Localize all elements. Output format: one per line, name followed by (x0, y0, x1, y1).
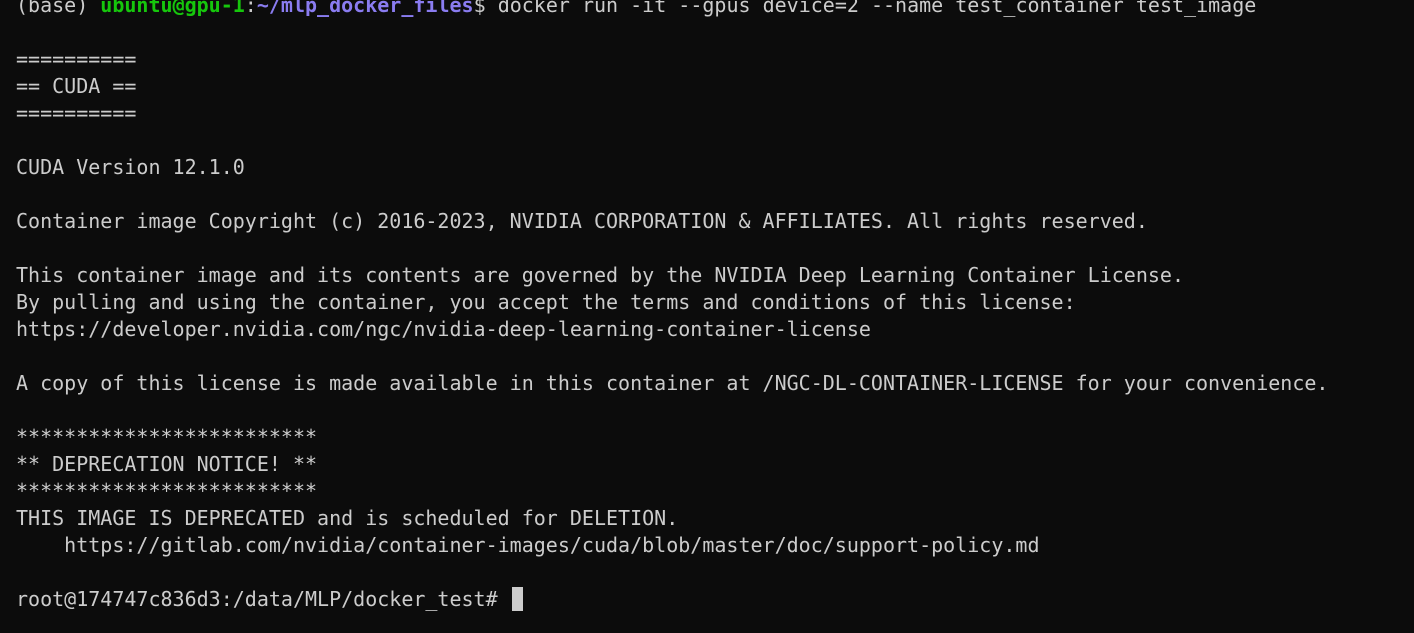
license-copy-line: A copy of this license is made available… (16, 371, 1329, 395)
prompt-line: (base) ubuntu@gpu-1:~/mlp_docker_files$ … (16, 0, 1414, 19)
deprecation-text: THIS IMAGE IS DEPRECATED and is schedule… (16, 506, 679, 530)
terminal-output: (base) ubuntu@gpu-1:~/mlp_docker_files$ … (16, 0, 1414, 613)
stars-bottom: ************************* (16, 479, 318, 503)
working-directory: ~/mlp_docker_files (256, 0, 474, 17)
deprecation-title: ** DEPRECATION NOTICE! ** (16, 452, 318, 476)
prompt-colon: : (244, 0, 257, 17)
stars-top: ************************* (16, 425, 318, 449)
conda-env: (base) (16, 0, 101, 17)
banner-title: == CUDA == (16, 74, 137, 98)
terminal-window[interactable]: (base) ubuntu@gpu-1:~/mlp_docker_files$ … (0, 0, 1414, 633)
cursor (511, 587, 523, 611)
deprecation-url: https://gitlab.com/nvidia/container-imag… (16, 533, 1040, 557)
cuda-version: CUDA Version 12.1.0 (16, 155, 245, 179)
copyright-line: Container image Copyright (c) 2016-2023,… (16, 209, 1148, 233)
user-host: ubuntu@gpu-1 (100, 0, 245, 17)
license-line-2: By pulling and using the container, you … (16, 290, 1076, 314)
banner-top: ========== (16, 47, 137, 71)
license-line-1: This container image and its contents ar… (16, 263, 1184, 287)
license-url: https://developer.nvidia.com/ngc/nvidia-… (16, 317, 871, 341)
container-prompt: root@174747c836d3:/data/MLP/docker_test# (16, 587, 510, 611)
prompt-symbol: $ (473, 0, 498, 17)
container-prompt-line[interactable]: root@174747c836d3:/data/MLP/docker_test# (16, 586, 1414, 613)
banner-bottom: ========== (16, 101, 137, 125)
command-text: docker run -it --gpus device=2 --name te… (497, 0, 1257, 17)
